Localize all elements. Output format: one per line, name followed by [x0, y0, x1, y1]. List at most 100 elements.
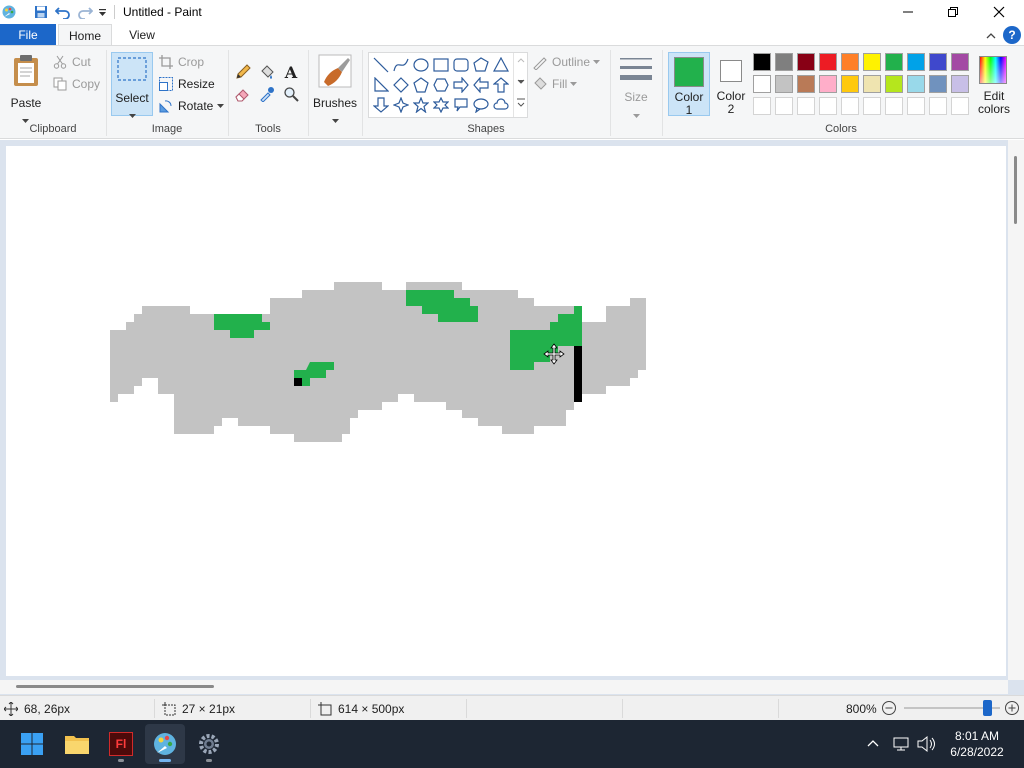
- down-arrow-shape-icon[interactable]: [371, 95, 391, 115]
- horizontal-scroll-thumb[interactable]: [16, 685, 214, 688]
- custom-color-slot[interactable]: [819, 97, 837, 115]
- help-icon[interactable]: ?: [1003, 26, 1021, 44]
- rectangle-shape-icon[interactable]: [431, 55, 451, 75]
- volume-control[interactable]: [916, 735, 936, 753]
- palette-swatch[interactable]: [775, 75, 793, 93]
- paste-button[interactable]: Paste: [6, 52, 46, 123]
- up-arrow-shape-icon[interactable]: [491, 75, 511, 95]
- size-dropdown-icon[interactable]: [633, 107, 640, 121]
- left-arrow-shape-icon[interactable]: [471, 75, 491, 95]
- tab-home[interactable]: Home: [58, 24, 112, 46]
- right-arrow-shape-icon[interactable]: [451, 75, 471, 95]
- six-point-star-shape-icon[interactable]: [431, 95, 451, 115]
- vertical-scrollbar[interactable]: [1008, 140, 1024, 680]
- palette-swatch[interactable]: [753, 53, 771, 71]
- drawing-canvas[interactable]: [6, 146, 1006, 676]
- color1-button[interactable]: Color 1: [668, 52, 710, 117]
- color2-button[interactable]: Color 2: [712, 52, 750, 116]
- customize-qat-icon[interactable]: [95, 3, 109, 21]
- resize-button[interactable]: Resize: [158, 74, 215, 94]
- rotate-button[interactable]: Rotate: [158, 96, 225, 116]
- brushes-dropdown-icon[interactable]: [332, 112, 339, 126]
- custom-color-slot[interactable]: [863, 97, 881, 115]
- palette-swatch[interactable]: [863, 75, 881, 93]
- palette-swatch[interactable]: [775, 53, 793, 71]
- shapes-scrollbar[interactable]: [513, 53, 527, 117]
- zoom-slider-thumb[interactable]: [983, 700, 992, 716]
- vertical-scroll-thumb[interactable]: [1014, 156, 1017, 224]
- triangle-shape-icon[interactable]: [491, 55, 511, 75]
- right-triangle-shape-icon[interactable]: [371, 75, 391, 95]
- palette-swatch[interactable]: [841, 53, 859, 71]
- clock[interactable]: 8:01 AM 6/28/2022: [944, 728, 1010, 760]
- palette-swatch[interactable]: [885, 53, 903, 71]
- restore-button[interactable]: [930, 0, 976, 24]
- palette-swatch[interactable]: [753, 75, 771, 93]
- copy-button[interactable]: Copy: [52, 74, 100, 94]
- paint-taskbar-button[interactable]: [145, 724, 185, 764]
- zoom-out-button[interactable]: [881, 700, 897, 716]
- palette-swatch[interactable]: [797, 75, 815, 93]
- cut-button[interactable]: Cut: [52, 52, 91, 72]
- custom-color-slot[interactable]: [885, 97, 903, 115]
- crop-button[interactable]: Crop: [158, 52, 204, 72]
- custom-color-slot[interactable]: [753, 97, 771, 115]
- undo-icon[interactable]: [54, 3, 72, 21]
- rounded-rectangle-shape-icon[interactable]: [451, 55, 471, 75]
- four-point-star-shape-icon[interactable]: [391, 95, 411, 115]
- text-tool-icon[interactable]: A: [281, 62, 301, 82]
- palette-swatch[interactable]: [929, 53, 947, 71]
- collapse-ribbon-icon[interactable]: [982, 26, 1000, 44]
- custom-color-slot[interactable]: [907, 97, 925, 115]
- custom-color-slot[interactable]: [929, 97, 947, 115]
- diamond-shape-icon[interactable]: [391, 75, 411, 95]
- start-button[interactable]: [12, 724, 52, 764]
- tab-view[interactable]: View: [116, 24, 168, 46]
- outline-button[interactable]: Outline: [532, 52, 601, 72]
- oval-shape-icon[interactable]: [411, 55, 431, 75]
- eraser-icon[interactable]: [233, 84, 253, 104]
- custom-color-slot[interactable]: [951, 97, 969, 115]
- minimize-button[interactable]: [885, 0, 931, 24]
- paint-app-icon[interactable]: [0, 3, 18, 21]
- select-button[interactable]: Select: [111, 52, 153, 118]
- pentagon-shape-icon[interactable]: [411, 75, 431, 95]
- palette-swatch[interactable]: [819, 53, 837, 71]
- magnifier-icon[interactable]: [281, 84, 301, 104]
- palette-swatch[interactable]: [885, 75, 903, 93]
- palette-swatch[interactable]: [951, 53, 969, 71]
- color-picker-icon[interactable]: [257, 84, 277, 104]
- five-point-star-shape-icon[interactable]: [411, 95, 431, 115]
- zoom-in-button[interactable]: [1004, 700, 1020, 716]
- palette-swatch[interactable]: [797, 53, 815, 71]
- custom-color-slot[interactable]: [841, 97, 859, 115]
- show-hidden-icons-button[interactable]: [866, 736, 882, 752]
- cloud-callout-shape-icon[interactable]: [491, 95, 511, 115]
- palette-swatch[interactable]: [929, 75, 947, 93]
- palette-swatch[interactable]: [819, 75, 837, 93]
- fill-bucket-icon[interactable]: [257, 62, 277, 82]
- redo-icon[interactable]: [76, 3, 94, 21]
- tab-file[interactable]: File: [0, 24, 56, 46]
- rounded-callout-shape-icon[interactable]: [451, 95, 471, 115]
- size-button[interactable]: Size: [614, 52, 658, 118]
- hexagon-shape-icon[interactable]: [431, 75, 451, 95]
- custom-color-slot[interactable]: [775, 97, 793, 115]
- select-dropdown-icon[interactable]: [129, 107, 136, 121]
- flash-app-button[interactable]: Fl: [101, 724, 141, 764]
- fill-button[interactable]: Fill: [532, 74, 578, 94]
- palette-swatch[interactable]: [907, 75, 925, 93]
- close-button[interactable]: [976, 0, 1022, 24]
- save-icon[interactable]: [32, 3, 50, 21]
- settings-taskbar-button[interactable]: [189, 724, 229, 764]
- line-shape-icon[interactable]: [371, 55, 391, 75]
- palette-swatch[interactable]: [907, 53, 925, 71]
- network-status[interactable]: [892, 735, 910, 753]
- palette-swatch[interactable]: [951, 75, 969, 93]
- palette-swatch[interactable]: [863, 53, 881, 71]
- custom-color-slot[interactable]: [797, 97, 815, 115]
- oval-callout-shape-icon[interactable]: [471, 95, 491, 115]
- brushes-button[interactable]: Brushes: [312, 52, 358, 123]
- curve-shape-icon[interactable]: [391, 55, 411, 75]
- pencil-icon[interactable]: [233, 62, 253, 82]
